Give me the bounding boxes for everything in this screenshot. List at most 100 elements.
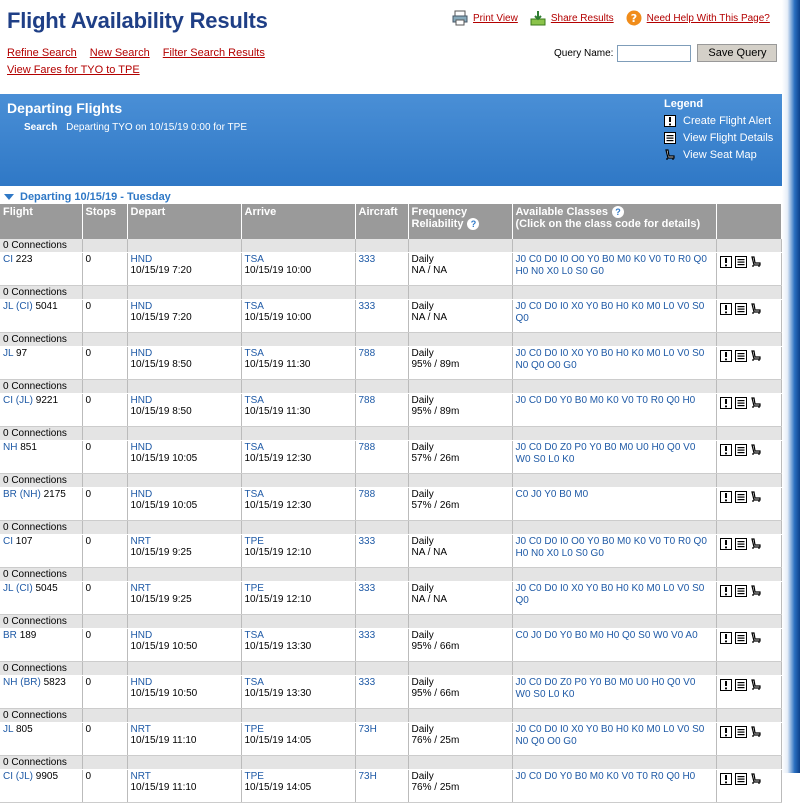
airline-code[interactable]: JL: [3, 583, 13, 594]
airline-code[interactable]: CI: [3, 395, 13, 406]
arrive-airport[interactable]: TSA: [245, 254, 264, 265]
alert-icon[interactable]: [719, 303, 732, 315]
print-view-link[interactable]: Print View: [473, 13, 518, 24]
classes-help-icon[interactable]: ?: [612, 206, 625, 219]
aircraft-code[interactable]: 333: [359, 583, 376, 594]
alert-icon[interactable]: [719, 585, 732, 597]
airline-code[interactable]: CI: [3, 254, 13, 265]
seat-icon[interactable]: [750, 256, 762, 268]
depart-airport[interactable]: HND: [131, 254, 153, 265]
aircraft-code[interactable]: 788: [359, 489, 376, 500]
classes-cell[interactable]: C0 J0 D0 Y0 B0 M0 H0 Q0 S0 W0 V0 A0: [512, 628, 717, 662]
arrive-airport[interactable]: TPE: [245, 724, 264, 735]
depart-airport[interactable]: HND: [131, 442, 153, 453]
details-icon[interactable]: [734, 585, 747, 597]
share-results-link[interactable]: Share Results: [551, 13, 614, 24]
details-icon[interactable]: [734, 303, 747, 315]
classes-cell[interactable]: J0 C0 D0 I0 O0 Y0 B0 M0 K0 V0 T0 R0 Q0 H…: [512, 534, 717, 568]
airline-code[interactable]: BR: [3, 630, 17, 641]
classes-cell[interactable]: J0 C0 D0 Z0 P0 Y0 B0 M0 U0 H0 Q0 V0 W0 S…: [512, 440, 717, 474]
reliability-help-icon[interactable]: ?: [467, 218, 480, 231]
operator-code[interactable]: (NH): [20, 489, 41, 500]
refine-search-link[interactable]: Refine Search: [7, 47, 77, 59]
details-icon[interactable]: [734, 538, 747, 550]
operator-code[interactable]: (JL): [16, 395, 33, 406]
airline-code[interactable]: CI: [3, 536, 13, 547]
seat-icon[interactable]: [750, 632, 762, 644]
arrive-airport[interactable]: TSA: [245, 489, 264, 500]
seat-icon[interactable]: [750, 350, 762, 362]
aircraft-code[interactable]: 333: [359, 254, 376, 265]
arrive-airport[interactable]: TSA: [245, 442, 264, 453]
details-icon[interactable]: [734, 679, 747, 691]
airline-code[interactable]: JL: [3, 724, 13, 735]
depart-airport[interactable]: NRT: [131, 536, 151, 547]
alert-icon[interactable]: [719, 632, 732, 644]
airline-code[interactable]: NH: [3, 677, 17, 688]
depart-airport[interactable]: HND: [131, 301, 153, 312]
save-query-button[interactable]: Save Query: [697, 44, 778, 62]
seat-icon[interactable]: [750, 679, 762, 691]
arrive-airport[interactable]: TPE: [245, 536, 264, 547]
classes-cell[interactable]: J0 C0 D0 Y0 B0 M0 K0 V0 T0 R0 Q0 H0: [512, 769, 717, 803]
operator-code[interactable]: (BR): [20, 677, 41, 688]
print-view[interactable]: Print View: [452, 10, 518, 26]
seat-icon[interactable]: [750, 303, 762, 315]
day-header[interactable]: Departing 10/15/19 - Tuesday: [4, 191, 171, 203]
aircraft-code[interactable]: 333: [359, 536, 376, 547]
depart-airport[interactable]: HND: [131, 677, 153, 688]
seat-icon[interactable]: [750, 397, 762, 409]
seat-icon[interactable]: [750, 585, 762, 597]
aircraft-code[interactable]: 333: [359, 630, 376, 641]
classes-cell[interactable]: J0 C0 D0 I0 X0 Y0 B0 H0 K0 M0 L0 V0 S0 N…: [512, 346, 717, 380]
help-link[interactable]: Need Help With This Page?: [647, 13, 770, 24]
depart-airport[interactable]: NRT: [131, 583, 151, 594]
arrive-airport[interactable]: TSA: [245, 348, 264, 359]
seat-icon[interactable]: [750, 726, 762, 738]
alert-icon[interactable]: [719, 726, 732, 738]
arrive-airport[interactable]: TSA: [245, 395, 264, 406]
details-icon[interactable]: [734, 444, 747, 456]
alert-icon[interactable]: [719, 773, 732, 785]
aircraft-code[interactable]: 333: [359, 677, 376, 688]
aircraft-code[interactable]: 73H: [359, 724, 377, 735]
details-icon[interactable]: [734, 491, 747, 503]
alert-icon[interactable]: [719, 444, 732, 456]
details-icon[interactable]: [734, 397, 747, 409]
classes-cell[interactable]: C0 J0 Y0 B0 M0: [512, 487, 717, 521]
share-results[interactable]: Share Results: [530, 10, 614, 26]
aircraft-code[interactable]: 788: [359, 348, 376, 359]
details-icon[interactable]: [734, 632, 747, 644]
depart-airport[interactable]: HND: [131, 630, 153, 641]
classes-cell[interactable]: J0 C0 D0 I0 X0 Y0 B0 H0 K0 M0 L0 V0 S0 Q…: [512, 581, 717, 615]
airline-code[interactable]: NH: [3, 442, 17, 453]
new-search-link[interactable]: New Search: [90, 47, 150, 59]
arrive-airport[interactable]: TSA: [245, 301, 264, 312]
seat-icon[interactable]: [750, 538, 762, 550]
arrive-airport[interactable]: TSA: [245, 630, 264, 641]
operator-code[interactable]: (CI): [16, 583, 33, 594]
alert-icon[interactable]: [719, 256, 732, 268]
classes-cell[interactable]: J0 C0 D0 Z0 P0 Y0 B0 M0 U0 H0 Q0 V0 W0 S…: [512, 675, 717, 709]
classes-cell[interactable]: J0 C0 D0 I0 X0 Y0 B0 H0 K0 M0 L0 V0 S0 Q…: [512, 299, 717, 333]
classes-cell[interactable]: J0 C0 D0 Y0 B0 M0 K0 V0 T0 R0 Q0 H0: [512, 393, 717, 427]
depart-airport[interactable]: NRT: [131, 724, 151, 735]
collapse-triangle-icon[interactable]: [4, 194, 14, 200]
airline-code[interactable]: BR: [3, 489, 17, 500]
operator-code[interactable]: (CI): [16, 301, 33, 312]
details-icon[interactable]: [734, 773, 747, 785]
arrive-airport[interactable]: TPE: [245, 583, 264, 594]
details-icon[interactable]: [734, 726, 747, 738]
depart-airport[interactable]: HND: [131, 348, 153, 359]
aircraft-code[interactable]: 788: [359, 442, 376, 453]
details-icon[interactable]: [734, 350, 747, 362]
details-icon[interactable]: [734, 256, 747, 268]
seat-icon[interactable]: [750, 444, 762, 456]
query-name-input[interactable]: [617, 44, 692, 62]
help[interactable]: ? Need Help With This Page?: [626, 10, 770, 26]
classes-cell[interactable]: J0 C0 D0 I0 X0 Y0 B0 H0 K0 M0 L0 V0 S0 N…: [512, 722, 717, 756]
airline-code[interactable]: JL: [3, 301, 13, 312]
aircraft-code[interactable]: 333: [359, 301, 376, 312]
alert-icon[interactable]: [719, 538, 732, 550]
seat-icon[interactable]: [750, 491, 762, 503]
